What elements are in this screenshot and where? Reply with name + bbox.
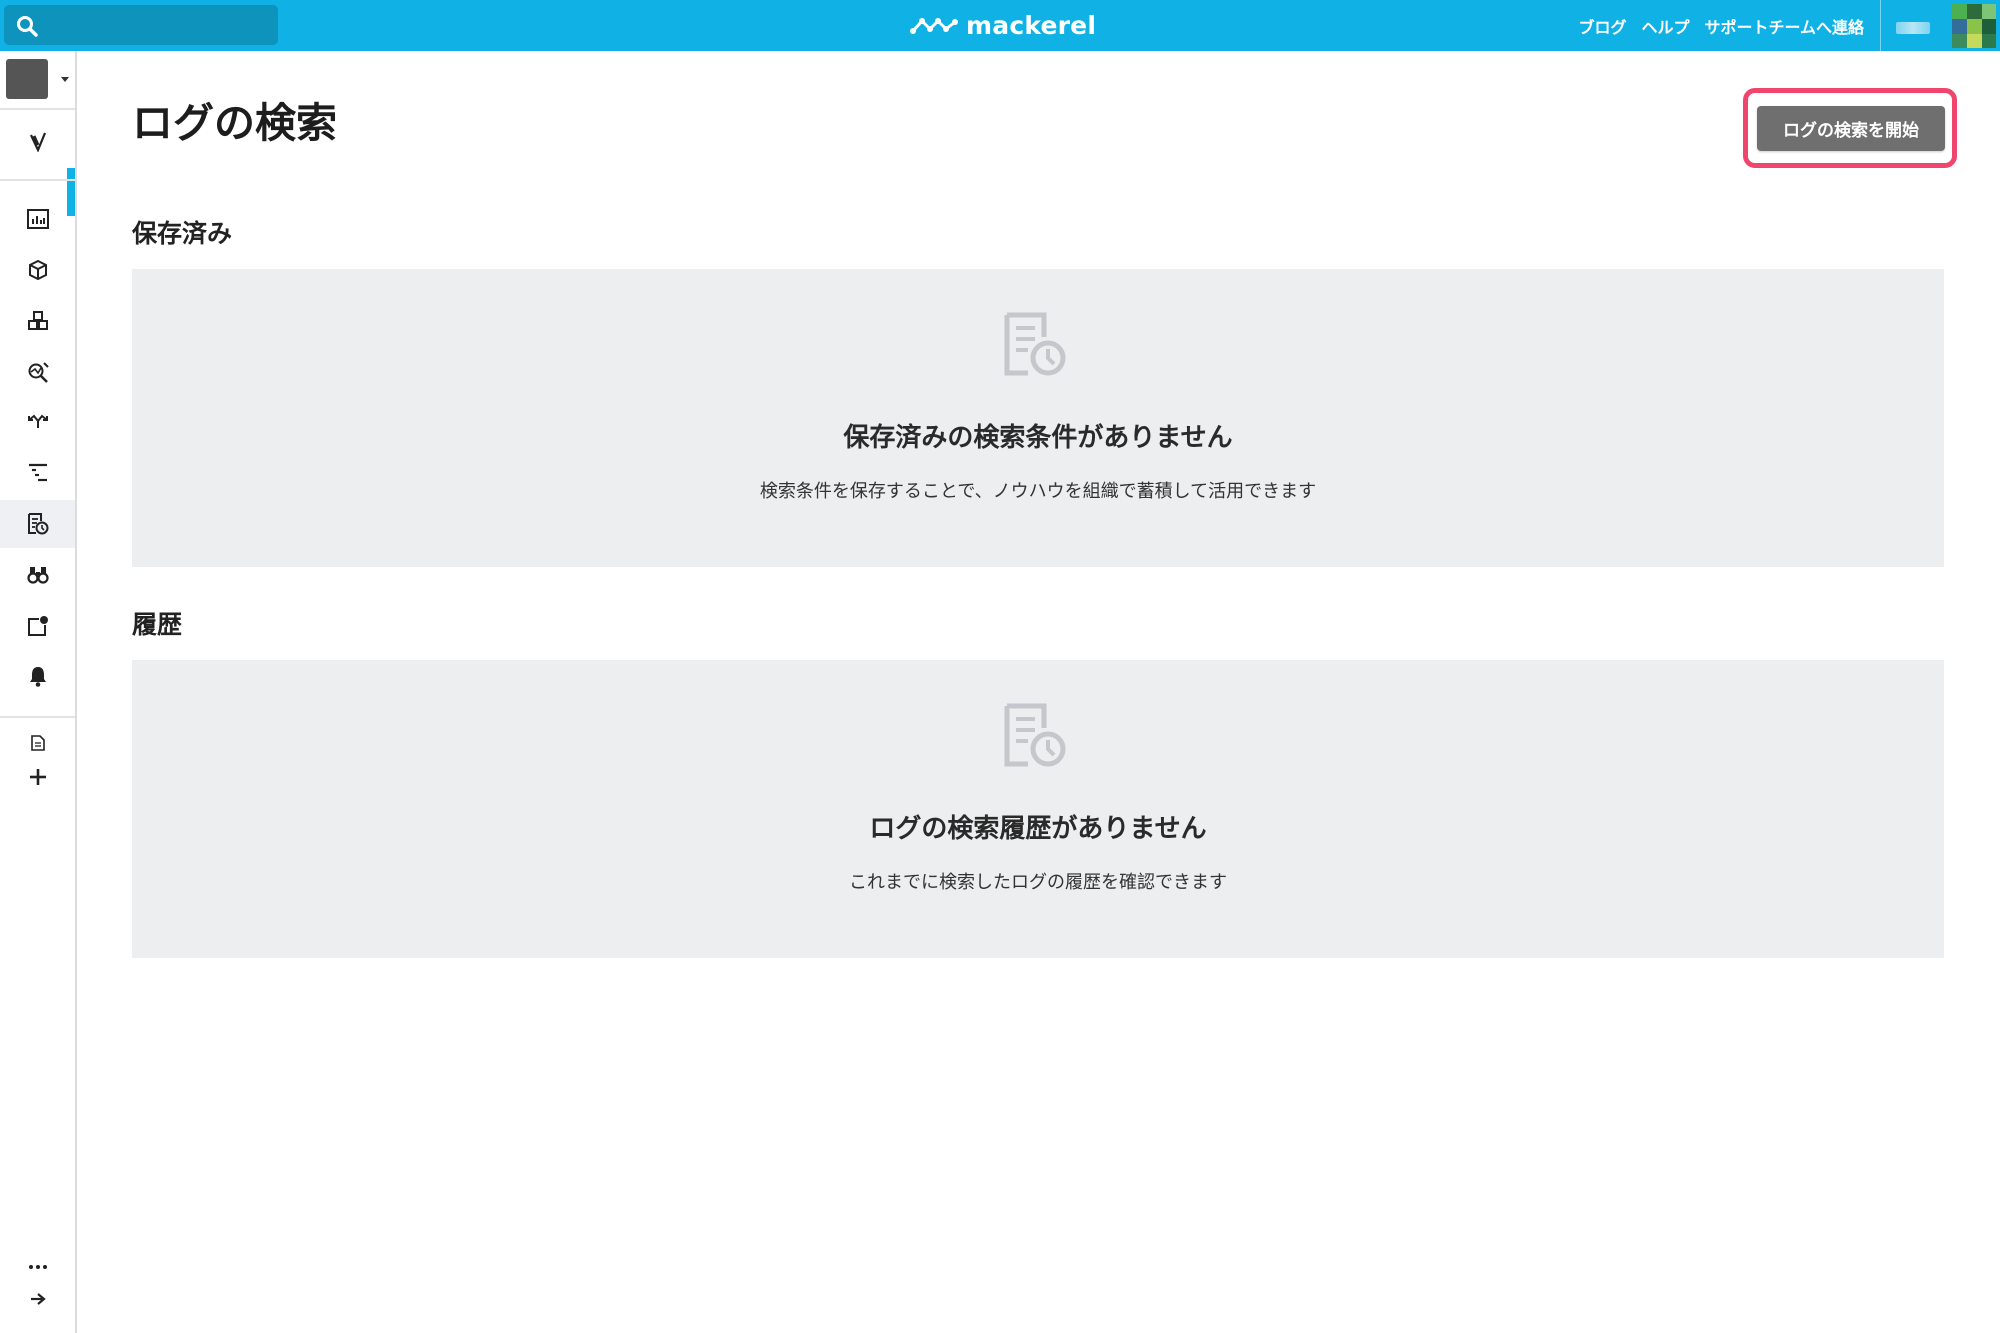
sidebar-item-expand[interactable] bbox=[0, 1279, 75, 1319]
top-header: mackerel ブログ ヘルプ サポートチームへ連絡 bbox=[0, 0, 2000, 51]
history-empty-heading: ログの検索履歴がありません bbox=[869, 814, 1207, 844]
alert-note-icon bbox=[27, 616, 48, 636]
saved-searches-panel: 保存済みの検索条件がありません 検索条件を保存することで、ノウハウを組織で蓄積し… bbox=[132, 269, 1944, 567]
header-links: ブログ ヘルプ サポートチームへ連絡 bbox=[1578, 0, 1864, 51]
brand-name: mackerel bbox=[966, 10, 1097, 40]
more-dots-icon bbox=[28, 1265, 47, 1269]
sidebar bbox=[0, 51, 77, 1333]
sidebar-divider bbox=[0, 716, 75, 718]
sidebar-item-timeline[interactable] bbox=[0, 448, 75, 496]
organization-avatar bbox=[6, 59, 48, 99]
saved-empty-description: 検索条件を保存することで、ノウハウを組織で蓄積して活用できます bbox=[759, 481, 1317, 502]
user-name-redacted bbox=[1896, 22, 1930, 34]
plus-icon bbox=[29, 769, 46, 785]
search-icon bbox=[17, 16, 38, 37]
trace-search-icon bbox=[28, 362, 49, 383]
saved-section-title: 保存済み bbox=[132, 219, 233, 248]
dashboard-chart-icon bbox=[26, 209, 49, 229]
help-link[interactable]: ヘルプ bbox=[1641, 14, 1689, 38]
arrow-right-icon bbox=[30, 1293, 46, 1305]
sidebar-item-notifications[interactable] bbox=[0, 652, 75, 700]
chevron-down-icon bbox=[61, 77, 69, 82]
sidebar-divider bbox=[0, 179, 75, 181]
start-log-search-button[interactable]: ログの検索を開始 bbox=[1757, 106, 1945, 151]
sidebar-item-services[interactable] bbox=[0, 297, 75, 345]
sidebar-divider bbox=[0, 108, 75, 110]
user-menu[interactable] bbox=[1896, 4, 1996, 48]
timeline-tree-icon bbox=[28, 463, 47, 482]
sidebar-item-monitors[interactable] bbox=[0, 551, 75, 599]
blog-link[interactable]: ブログ bbox=[1578, 14, 1626, 38]
log-history-icon bbox=[1004, 703, 1066, 767]
sidebar-item-connectivity[interactable] bbox=[0, 397, 75, 445]
sidebar-item-checks[interactable] bbox=[0, 117, 75, 165]
saved-empty-heading: 保存済みの検索条件がありません bbox=[843, 423, 1233, 453]
user-avatar[interactable] bbox=[1952, 4, 1996, 48]
services-cubes-icon bbox=[27, 311, 48, 330]
binoculars-icon bbox=[26, 567, 49, 584]
page-title: ログの検索 bbox=[132, 99, 337, 147]
mackerel-logo[interactable]: mackerel bbox=[910, 8, 1096, 42]
document-icon bbox=[30, 735, 45, 751]
sidebar-item-hosts[interactable] bbox=[0, 246, 75, 294]
sidebar-item-trace[interactable] bbox=[0, 348, 75, 396]
history-section-title: 履歴 bbox=[132, 610, 183, 639]
sidebar-item-add[interactable] bbox=[0, 757, 75, 797]
log-search-icon bbox=[27, 513, 48, 535]
header-divider bbox=[1880, 0, 1881, 51]
mackerel-wave-icon bbox=[910, 18, 958, 34]
connectivity-arrows-icon bbox=[27, 414, 48, 428]
checkmark-shield-icon bbox=[29, 132, 46, 152]
organization-switcher[interactable] bbox=[6, 59, 70, 99]
sidebar-item-log-search[interactable] bbox=[0, 500, 75, 548]
sidebar-item-dashboard[interactable] bbox=[0, 195, 75, 243]
contact-support-link[interactable]: サポートチームへ連絡 bbox=[1704, 14, 1864, 38]
history-empty-description: これまでに検索したログの履歴を確認できます bbox=[849, 872, 1227, 893]
global-search-box[interactable] bbox=[4, 5, 278, 45]
cube-hosts-icon bbox=[28, 260, 47, 280]
log-history-icon bbox=[1004, 312, 1066, 376]
sidebar-item-alerts[interactable] bbox=[0, 602, 75, 650]
search-history-panel: ログの検索履歴がありません これまでに検索したログの履歴を確認できます bbox=[132, 660, 1944, 958]
bell-icon bbox=[29, 667, 46, 687]
